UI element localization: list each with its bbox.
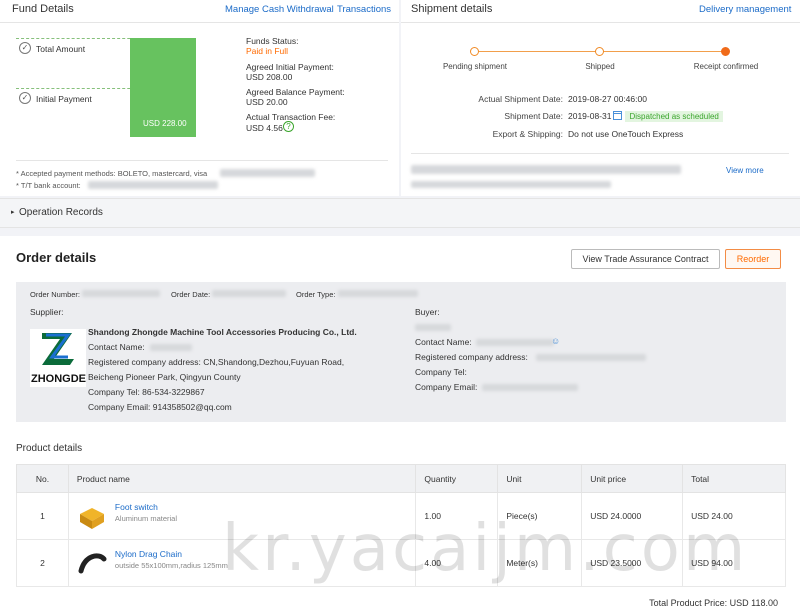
zhongde-logo-icon: ZHONGDE (31, 333, 86, 385)
initial-payment-label: Initial Payment (36, 94, 92, 104)
supplier-company-name: Shandong Zhongde Machine Tool Accessorie… (88, 327, 357, 337)
view-contract-button[interactable]: View Trade Assurance Contract (571, 249, 720, 269)
operation-records-label: Operation Records (19, 207, 103, 218)
buyer-label: Buyer: (415, 307, 440, 317)
help-icon[interactable]: ? (283, 121, 294, 132)
total-price-label: Total Product Price: (649, 598, 728, 608)
buyer-email-label: Company Email: (415, 382, 478, 392)
operation-records-bar[interactable]: ▸ Operation Records (0, 198, 800, 228)
drag-chain-image (78, 553, 107, 574)
total-product-price: Total Product Price: USD 118.00 (649, 598, 778, 608)
blurred-text (150, 344, 192, 351)
blurred-text (476, 339, 554, 346)
order-number-label: Order Number: (30, 290, 81, 299)
caret-right-icon: ▸ (11, 209, 15, 216)
table-header-row: No. Product name Quantity Unit Unit pric… (16, 464, 786, 493)
fund-bar-value: USD 228.00 (143, 119, 187, 128)
header-unit-price: Unit price (581, 464, 684, 493)
manage-cash-withdrawal-link[interactable]: Manage Cash Withdrawal (225, 4, 334, 15)
transactions-link[interactable]: Transactions (337, 4, 391, 15)
view-more-link[interactable]: View more (726, 166, 764, 175)
check-icon: ✓ (19, 92, 31, 104)
supplier-contact-label: Contact Name: (88, 342, 145, 352)
blurred-text (415, 324, 451, 331)
step-dot-shipped (595, 47, 604, 56)
blurred-text (220, 169, 315, 177)
supplier-logo: ZHONGDE (30, 329, 86, 387)
supplier-email: Company Email: 914358502@qq.com (88, 402, 232, 412)
header-unit: Unit (497, 464, 583, 493)
blurred-text (411, 165, 681, 174)
blurred-text (338, 290, 418, 297)
product-name-link[interactable]: Foot switch (77, 502, 415, 512)
blurred-text (212, 290, 286, 297)
transaction-fee-value: USD 4.56 (246, 123, 283, 133)
initial-payment-value: USD 208.00 (246, 72, 293, 82)
export-shipping-value: Do not use OneTouch Express (568, 129, 684, 139)
bank-account-note: * T/T bank account: (16, 181, 81, 190)
order-details-title: Order details (16, 250, 97, 265)
reorder-button[interactable]: Reorder (725, 249, 781, 269)
blurred-text (88, 181, 218, 189)
divider (411, 153, 789, 154)
order-type-label: Order Type: (296, 290, 336, 299)
shipment-details-panel: Shipment details Delivery management Pen… (401, 0, 800, 196)
order-info-box: Order Number: Order Date: Order Type: Su… (16, 282, 786, 422)
step-pending-label: Pending shipment (442, 62, 508, 71)
balance-payment-value: USD 20.00 (246, 97, 288, 107)
foot-switch-image (79, 508, 104, 529)
export-shipping-label: Export & Shipping: (492, 129, 563, 139)
supplier-tel: Company Tel: 86-534-3229867 (88, 387, 205, 397)
step-dot-pending (470, 47, 479, 56)
delivery-management-link[interactable]: Delivery management (699, 4, 791, 15)
buyer-tel-label: Company Tel: (415, 367, 467, 377)
step-shipped-label: Shipped (585, 62, 615, 71)
supplier-address-line2: Beicheng Pioneer Park, Qingyun County (88, 372, 241, 382)
blurred-text (536, 354, 646, 361)
shipment-details-title: Shipment details (411, 3, 493, 15)
buyer-contact-label: Contact Name: (415, 337, 472, 347)
supplier-address-line1: Registered company address: CN,Shandong,… (88, 357, 345, 367)
chat-icon[interactable]: ☺ (551, 336, 560, 346)
shipment-date-value: 2019-08-31 (568, 111, 612, 121)
total-price-value: USD 118.00 (729, 598, 778, 608)
supplier-label: Supplier: (30, 307, 64, 317)
product-details-title: Product details (16, 443, 83, 454)
blurred-text (82, 290, 160, 297)
shipment-date-label: Shipment Date: (504, 111, 563, 121)
blurred-text (482, 384, 578, 391)
actual-shipment-value: 2019-08-27 00:46:00 (568, 94, 647, 104)
step-dot-confirmed (721, 47, 730, 56)
fund-bar: USD 228.00 (130, 38, 196, 137)
step-confirmed-label: Receipt confirmed (693, 62, 759, 71)
check-icon: ✓ (19, 42, 31, 54)
buyer-address-label: Registered company address: (415, 352, 528, 362)
total-amount-label: Total Amount (36, 44, 86, 54)
blurred-text (411, 181, 611, 188)
header-no: No. (16, 464, 69, 493)
header-quantity: Quantity (415, 464, 499, 493)
fund-details-panel: Fund Details Manage Cash Withdrawal Tran… (0, 0, 399, 196)
header-product-name: Product name (67, 464, 417, 493)
divider (401, 22, 800, 23)
order-date-label: Order Date: (171, 290, 211, 299)
row-no: 1 (16, 492, 69, 540)
dispatched-badge: Dispatched as scheduled (625, 111, 723, 122)
header-total: Total (682, 464, 786, 493)
divider (16, 160, 388, 161)
calendar-icon (613, 111, 623, 120)
logo-text: ZHONGDE (31, 373, 86, 385)
row-no: 2 (16, 539, 69, 587)
watermark: kr.yacaijm.com (222, 512, 749, 586)
actual-shipment-label: Actual Shipment Date: (478, 94, 563, 104)
funds-status-value: Paid in Full (246, 46, 289, 56)
divider (0, 22, 399, 23)
payment-methods-note: * Accepted payment methods: BOLETO, mast… (16, 169, 208, 178)
fund-details-title: Fund Details (12, 3, 74, 15)
